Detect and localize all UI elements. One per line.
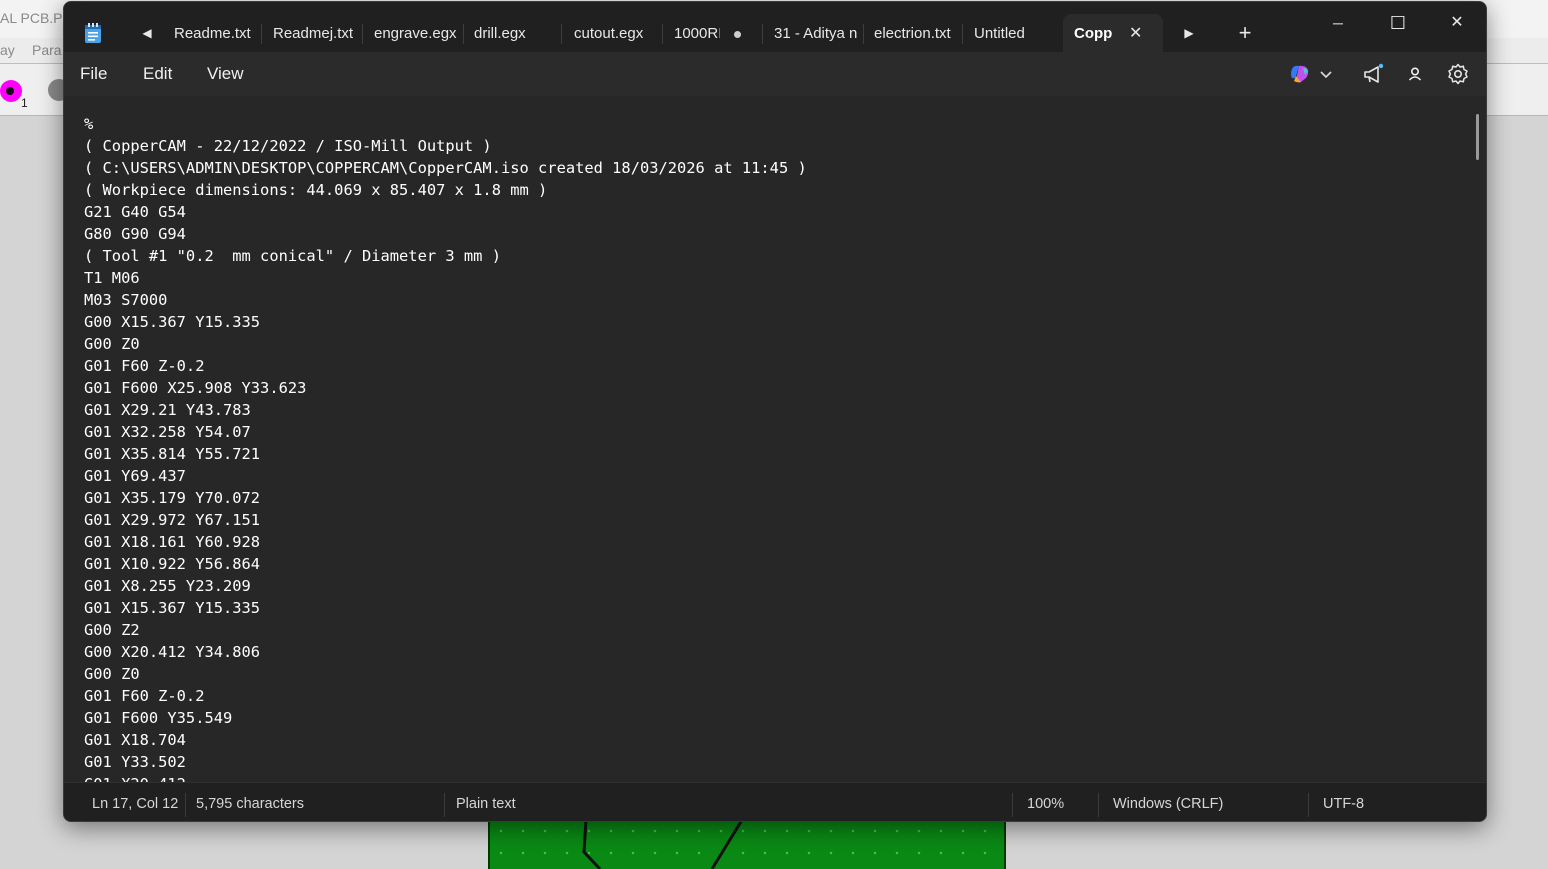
code-line[interactable]: G00 X20.412 Y34.806 (84, 641, 807, 663)
code-line[interactable]: G01 X35.814 Y55.721 (84, 443, 807, 465)
menu-file[interactable]: File (80, 64, 107, 84)
close-tab-icon[interactable]: ✕ (1129, 14, 1142, 52)
code-line[interactable]: G80 G90 G94 (84, 223, 807, 245)
unsaved-changes-dot-icon (734, 31, 741, 38)
tab-separator (762, 24, 763, 44)
code-line[interactable]: G01 F60 Z-0.2 (84, 685, 807, 707)
menu-bar: File Edit View (64, 52, 1486, 96)
vertical-scrollbar-thumb[interactable] (1476, 114, 1479, 160)
text-editor-area[interactable]: %( CopperCAM - 22/12/2022 / ISO-Mill Out… (64, 96, 1486, 782)
cursor-position: Ln 17, Col 12 (92, 796, 179, 812)
code-line[interactable]: G21 G40 G54 (84, 201, 807, 223)
menu-edit[interactable]: Edit (143, 64, 172, 84)
account-icon[interactable] (1403, 62, 1427, 86)
code-line[interactable]: G01 Y69.437 (84, 465, 807, 487)
background-window-title: AL PCB.PC (0, 10, 73, 26)
code-line[interactable]: T1 M06 (84, 267, 807, 289)
tab-separator (662, 24, 663, 44)
pcb-trace-lines (582, 820, 744, 869)
line-ending[interactable]: Windows (CRLF) (1113, 796, 1223, 812)
new-tab-button[interactable]: + (1232, 20, 1258, 46)
tab-coppercam-iso-active[interactable]: Copp ✕ (1063, 14, 1163, 52)
close-window-button[interactable]: ✕ (1437, 8, 1477, 38)
tab-readmej-txt[interactable]: Readmej.txt (263, 14, 359, 52)
code-line[interactable]: G01 X32.258 Y54.07 (84, 421, 807, 443)
tab-drill-egx[interactable]: drill.egx (464, 14, 560, 52)
code-line[interactable]: G01 X18.704 (84, 729, 807, 751)
code-line[interactable]: G01 X18.161 Y60.928 (84, 531, 807, 553)
layer-marker-icon[interactable] (0, 80, 22, 102)
code-line[interactable]: G01 Y33.502 (84, 751, 807, 773)
background-menu-item[interactable]: ay (0, 42, 15, 58)
code-line[interactable]: ( C:\USERS\ADMIN\DESKTOP\COPPERCAM\Coppe… (84, 157, 807, 179)
scroll-tabs-left-icon[interactable]: ◀ (140, 24, 154, 42)
code-line[interactable]: G01 X15.367 Y15.335 (84, 597, 807, 619)
code-line[interactable]: G01 F600 Y35.549 (84, 707, 807, 729)
megaphone-icon[interactable] (1361, 62, 1385, 86)
tab-1000ri[interactable]: 1000RI (664, 14, 720, 52)
file-format[interactable]: Plain text (456, 796, 516, 812)
tab-cutout-egx[interactable]: cutout.egx (564, 14, 660, 52)
code-line[interactable]: ( CopperCAM - 22/12/2022 / ISO-Mill Outp… (84, 135, 807, 157)
document-text[interactable]: %( CopperCAM - 22/12/2022 / ISO-Mill Out… (84, 113, 807, 782)
copilot-icon[interactable] (1288, 62, 1312, 86)
tab-readme-txt[interactable]: Readme.txt (164, 14, 260, 52)
code-line[interactable]: G01 X8.255 Y23.209 (84, 575, 807, 597)
status-separator (1098, 793, 1099, 817)
background-menu-item[interactable]: Para (32, 42, 62, 58)
code-line[interactable]: ( Tool #1 "0.2 mm conical" / Diameter 3 … (84, 245, 807, 267)
menu-view[interactable]: View (207, 64, 244, 84)
code-line[interactable]: G01 F600 X25.908 Y33.623 (84, 377, 807, 399)
tab-engrave-egx[interactable]: engrave.egx (364, 14, 464, 52)
code-line[interactable]: G00 Z0 (84, 663, 807, 685)
tab-untitled[interactable]: Untitled (964, 14, 1060, 52)
code-line[interactable]: ( Workpiece dimensions: 44.069 x 85.407 … (84, 179, 807, 201)
tab-31-aditya[interactable]: 31 - Aditya n (764, 14, 861, 52)
code-line[interactable]: % (84, 113, 807, 135)
tab-bar: ◀ Readme.txt Readmej.txt engrave.egx dri… (64, 2, 1486, 52)
tab-separator (962, 24, 963, 44)
scroll-tabs-right-icon[interactable]: ▶ (1182, 24, 1196, 42)
zoom-level[interactable]: 100% (1027, 796, 1064, 812)
active-tab-label: Copp (1074, 25, 1113, 42)
tab-separator (561, 24, 562, 44)
tab-separator (261, 24, 262, 44)
status-separator (444, 793, 445, 817)
code-line[interactable]: G01 F60 Z-0.2 (84, 355, 807, 377)
character-count: 5,795 characters (196, 796, 305, 812)
gear-icon[interactable] (1446, 62, 1470, 86)
code-line[interactable]: G00 Z2 (84, 619, 807, 641)
code-line[interactable]: G01 X10.922 Y56.864 (84, 553, 807, 575)
code-line[interactable]: G01 X20.412 (84, 773, 807, 782)
tab-separator (362, 24, 363, 44)
code-line[interactable]: G00 X15.367 Y15.335 (84, 311, 807, 333)
code-line[interactable]: G01 X29.972 Y67.151 (84, 509, 807, 531)
chevron-down-icon[interactable] (1318, 62, 1334, 86)
code-line[interactable]: G01 X35.179 Y70.072 (84, 487, 807, 509)
code-line[interactable]: M03 S7000 (84, 289, 807, 311)
code-line[interactable]: G00 Z0 (84, 333, 807, 355)
minimize-button[interactable]: ─ (1318, 8, 1358, 38)
status-bar: Ln 17, Col 12 5,795 characters Plain tex… (64, 782, 1486, 821)
code-line[interactable]: G01 X29.21 Y43.783 (84, 399, 807, 421)
maximize-button[interactable]: ☐ (1378, 8, 1418, 38)
status-separator (1308, 793, 1309, 817)
encoding[interactable]: UTF-8 (1323, 796, 1364, 812)
pcb-preview (488, 820, 1006, 869)
status-separator (1012, 793, 1013, 817)
notepad-app-icon (85, 23, 101, 43)
layer-marker-label: 1 (21, 96, 28, 110)
status-separator (185, 793, 186, 817)
notepad-window: ◀ Readme.txt Readmej.txt engrave.egx dri… (63, 1, 1487, 822)
tab-electrion-txt[interactable]: electrion.txt (864, 14, 960, 52)
